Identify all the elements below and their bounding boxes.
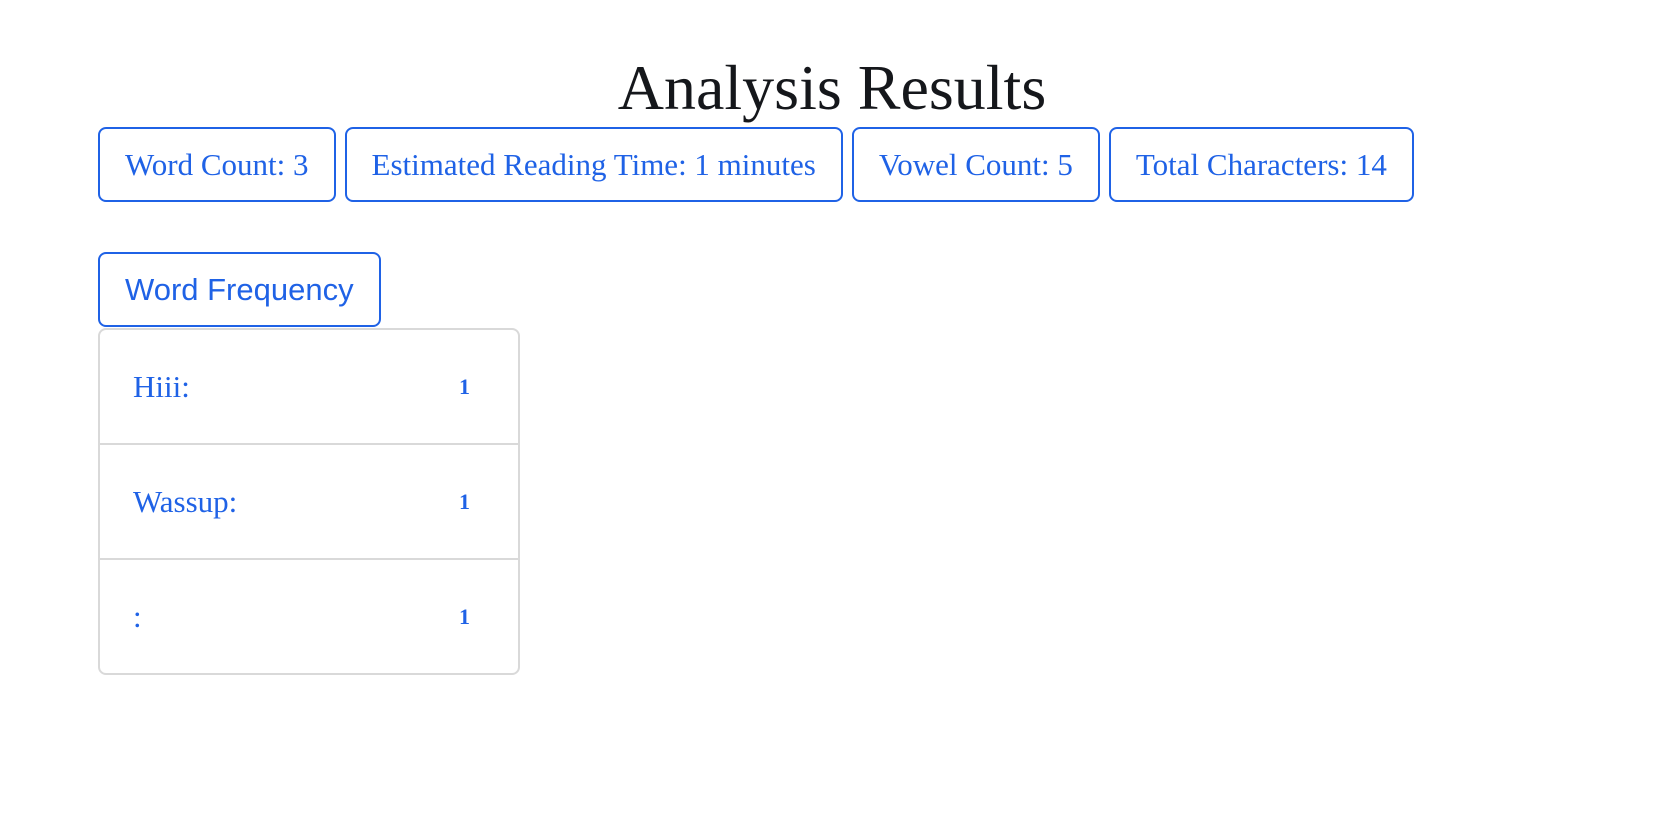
list-item: : 1 — [100, 560, 518, 673]
word-count-value: 1 — [459, 373, 470, 399]
word-count-badge: Word Count: 3 — [98, 127, 336, 202]
list-item: Hiii: 1 — [100, 330, 518, 445]
page-title: Analysis Results — [617, 52, 1047, 123]
word-frequency-list: Hiii: 1 Wassup: 1 : 1 — [98, 328, 520, 675]
reading-time-badge: Estimated Reading Time: 1 minutes — [344, 127, 843, 202]
analysis-page: Analysis Results Word Count: 3 Estimated… — [0, 0, 1664, 818]
stats-row: Word Count: 3 Estimated Reading Time: 1 … — [98, 127, 1414, 202]
word-frequency-button[interactable]: Word Frequency — [98, 252, 381, 327]
word-count-value: 1 — [459, 488, 470, 514]
word-count-value: 1 — [459, 603, 470, 629]
list-item: Wassup: 1 — [100, 445, 518, 560]
total-characters-badge: Total Characters: 14 — [1108, 127, 1414, 202]
word-label: Wassup: — [133, 483, 238, 519]
word-label: Hiii: — [133, 368, 190, 404]
vowel-count-badge: Vowel Count: 5 — [851, 127, 1100, 202]
word-label: : — [133, 598, 142, 634]
